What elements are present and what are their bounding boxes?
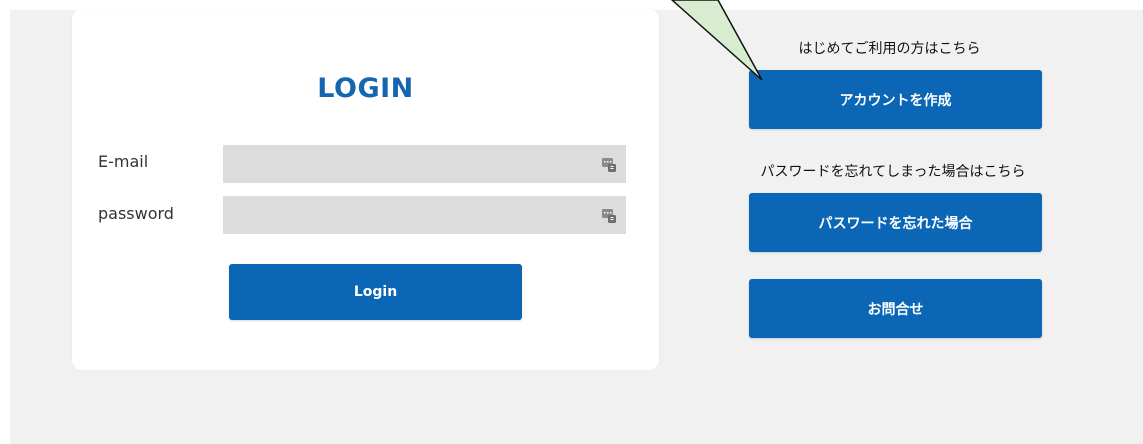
contact-button[interactable]: お問合せ: [749, 279, 1042, 338]
login-button[interactable]: Login: [229, 264, 522, 320]
password-label: password: [98, 204, 174, 223]
password-field[interactable]: [223, 196, 626, 234]
keyboard-autofill-icon[interactable]: [601, 156, 617, 172]
email-field[interactable]: [223, 145, 626, 183]
forgot-password-button[interactable]: パスワードを忘れた場合: [749, 193, 1042, 252]
forgot-password-text: パスワードを忘れてしまった場合はこちら: [760, 164, 1026, 180]
new-user-text: はじめてご利用の方はこちら: [798, 41, 981, 57]
login-card: LOGIN E-mail password Login: [72, 9, 659, 370]
keyboard-autofill-icon[interactable]: [601, 207, 617, 223]
create-account-button[interactable]: アカウントを作成: [749, 70, 1042, 129]
email-label: E-mail: [98, 152, 149, 171]
login-title: LOGIN: [317, 73, 414, 104]
